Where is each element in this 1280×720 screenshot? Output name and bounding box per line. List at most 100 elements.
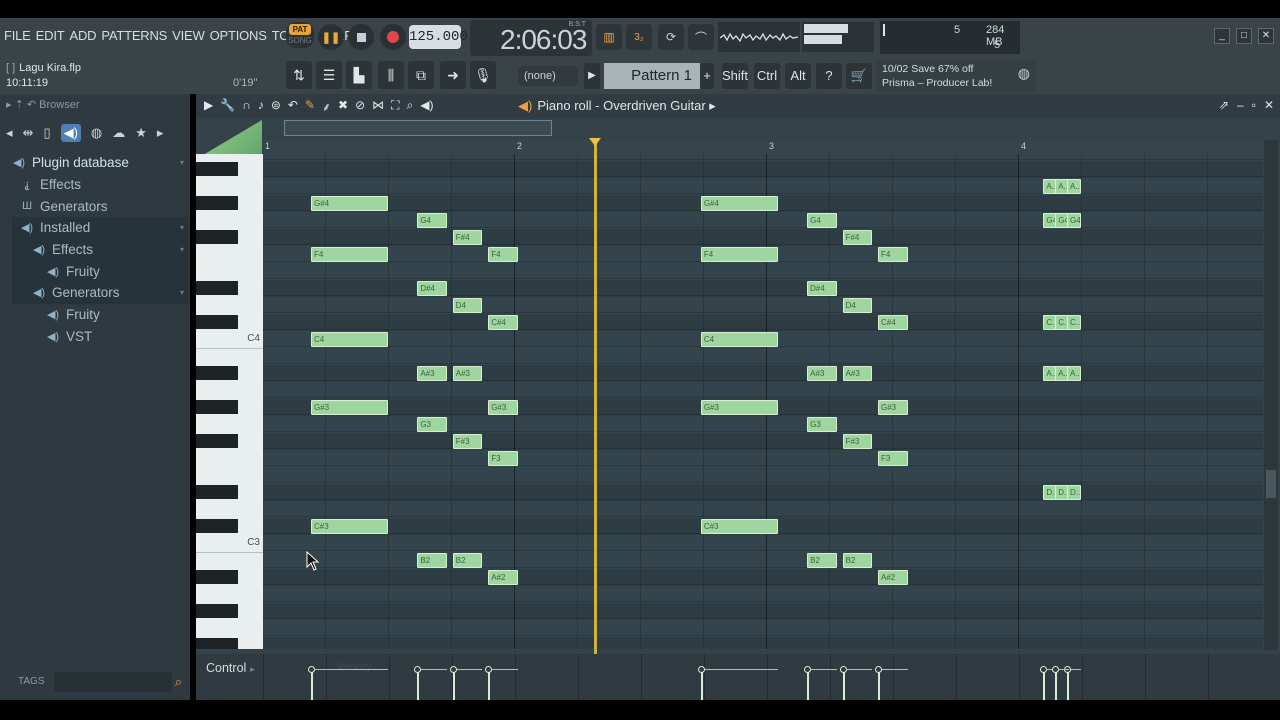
play-pause-button[interactable]: ❚❚	[318, 24, 344, 50]
note[interactable]: B2	[807, 553, 837, 568]
close-icon[interactable]: ✕	[1258, 28, 1274, 44]
zoom-icon[interactable]: ⌕	[407, 98, 414, 115]
note-grid[interactable]: G#4 F4 C4 G#3 C#3 G4 D#4 A#3 G3 B2 F#4 D4 A#3 F#3 B2 F4…	[263, 154, 1263, 649]
note[interactable]: G3	[417, 417, 447, 432]
black-key[interactable]	[196, 366, 238, 380]
pattern-selector-none[interactable]: (none)	[518, 66, 578, 86]
alt-key-button[interactable]: Alt	[785, 63, 811, 89]
menu-item-file[interactable]: FILE	[4, 28, 31, 43]
velocity-handle[interactable]	[697, 666, 705, 673]
note[interactable]: F3	[878, 451, 908, 466]
playhead[interactable]	[594, 140, 597, 655]
magnet-icon[interactable]: ∩	[242, 98, 251, 115]
browser-item-generators[interactable]: ◀) Generators ▾	[12, 282, 188, 304]
chevron-down-icon[interactable]: ▾	[180, 158, 184, 167]
note[interactable]: D#4	[807, 281, 837, 296]
note[interactable]: G3	[807, 417, 837, 432]
browser-item-installed[interactable]: ◀) Installed ▾	[12, 217, 188, 239]
timeline-ruler[interactable]: 1 2 3 4	[263, 140, 1268, 154]
menu-item-add[interactable]: ADD	[69, 28, 96, 43]
note[interactable]: G#4	[311, 196, 388, 211]
slice-icon[interactable]: ⋈	[372, 98, 384, 115]
note[interactable]: F4	[311, 247, 388, 262]
browser-item-vst[interactable]: ◀) VST	[12, 326, 188, 348]
note[interactable]: D...	[1067, 485, 1081, 500]
song-position-display[interactable]: 2:06:03 B:S:T	[470, 20, 592, 56]
tags-input[interactable]	[54, 672, 172, 692]
note[interactable]: A#2	[488, 570, 518, 585]
wait-input-icon[interactable]: ⟳	[658, 24, 684, 50]
note[interactable]: A...	[1067, 366, 1081, 381]
channel-rack-icon[interactable]: ☰	[316, 61, 342, 89]
black-key[interactable]	[196, 281, 238, 295]
shift-key-button[interactable]: Shift	[722, 63, 748, 89]
browser-item-fruity[interactable]: ◀) Fruity	[12, 260, 188, 283]
note[interactable]: A...	[1067, 179, 1081, 194]
maximize-icon[interactable]: □	[1236, 28, 1252, 44]
velocity-handle[interactable]	[449, 666, 457, 673]
note[interactable]: B2	[417, 553, 447, 568]
cloud-icon[interactable]: ☁	[112, 125, 125, 141]
note[interactable]: G4	[417, 213, 447, 228]
pat-song-toggle[interactable]: PAT SONG	[286, 22, 314, 48]
black-key[interactable]	[196, 570, 238, 584]
velocity-handle[interactable]	[485, 666, 493, 673]
minimize-icon[interactable]: –	[1237, 98, 1244, 112]
menu-arrow-icon[interactable]: ▶	[204, 98, 213, 115]
chevron-down-icon[interactable]: ▾	[180, 223, 184, 232]
overview-selection[interactable]	[284, 120, 552, 136]
velocity-handle[interactable]	[804, 666, 812, 673]
undo-icon[interactable]: ↶	[288, 98, 298, 115]
piano-roll-title[interactable]: ◀) Piano roll - Overdriven Guitar ▸	[518, 98, 716, 114]
note[interactable]: F#4	[452, 230, 483, 245]
note[interactable]: B2	[842, 553, 873, 568]
velocity-handle[interactable]	[839, 666, 847, 673]
globe-filter-icon[interactable]: ◍	[91, 125, 102, 141]
menu-item-edit[interactable]: EDIT	[36, 28, 65, 43]
help-icon[interactable]: ?	[816, 63, 842, 89]
browser-item-effects[interactable]: ⸘ Effects	[12, 174, 188, 196]
note[interactable]: G4	[807, 213, 837, 228]
piano-roll-overview[interactable]	[196, 118, 1280, 158]
search-icon[interactable]: ⌕	[175, 674, 182, 690]
note[interactable]: F#4	[842, 230, 873, 245]
velocity-handle[interactable]	[875, 666, 882, 673]
pattern-prev-icon[interactable]: ▶	[584, 63, 600, 89]
chevron-down-icon[interactable]: ▾	[180, 245, 184, 254]
metronome-icon[interactable]: ▥	[596, 24, 622, 50]
black-key[interactable]	[196, 638, 238, 649]
tempo-display[interactable]: 125.000	[409, 25, 468, 49]
piano-keyboard[interactable]: C4 C3	[196, 154, 263, 649]
pattern-selector[interactable]: Pattern 1	[604, 63, 700, 89]
velocity-lane[interactable]: Velocity	[263, 654, 1263, 700]
note[interactable]: F4	[488, 247, 518, 262]
detach-icon[interactable]: ⇗	[1219, 98, 1229, 112]
note[interactable]: G#3	[311, 400, 388, 415]
shop-cart-icon[interactable]: 🛒	[846, 63, 872, 89]
note[interactable]: A#3	[452, 366, 483, 381]
expand-icon[interactable]: ▸	[157, 125, 164, 141]
speaker-icon[interactable]: ◀)	[420, 98, 433, 115]
news-panel[interactable]: 10/02 Save 67% off Prisma – Producer Lab…	[876, 60, 1036, 92]
velocity-handle[interactable]	[1040, 666, 1048, 673]
black-key[interactable]	[196, 230, 238, 244]
stamp-icon[interactable]: ⊜	[271, 98, 281, 115]
maximize-icon[interactable]: ▫	[1252, 98, 1256, 112]
black-key[interactable]	[196, 434, 238, 448]
browser-item-plugin-database[interactable]: ◀) Plugin database ▾	[12, 152, 188, 174]
add-pattern-button[interactable]: +	[700, 63, 714, 89]
select-icon[interactable]: ⛶	[391, 98, 399, 115]
minimize-icon[interactable]: _	[1214, 28, 1230, 44]
note[interactable]: G4	[1067, 213, 1081, 228]
note[interactable]: F4	[700, 247, 778, 262]
velocity-handle[interactable]	[308, 666, 315, 673]
note[interactable]: C4	[311, 332, 388, 347]
delete-icon[interactable]: ✖	[338, 98, 348, 115]
plugin-picker-icon[interactable]: ⧉	[408, 61, 434, 89]
chevron-down-icon[interactable]: ▾	[180, 288, 184, 297]
note[interactable]: G#4	[700, 196, 778, 211]
note[interactable]: D4	[452, 298, 483, 313]
black-key[interactable]	[196, 196, 238, 210]
menu-item-options[interactable]: OPTIONS	[210, 28, 267, 43]
globe-icon[interactable]: ◍	[1018, 66, 1030, 80]
